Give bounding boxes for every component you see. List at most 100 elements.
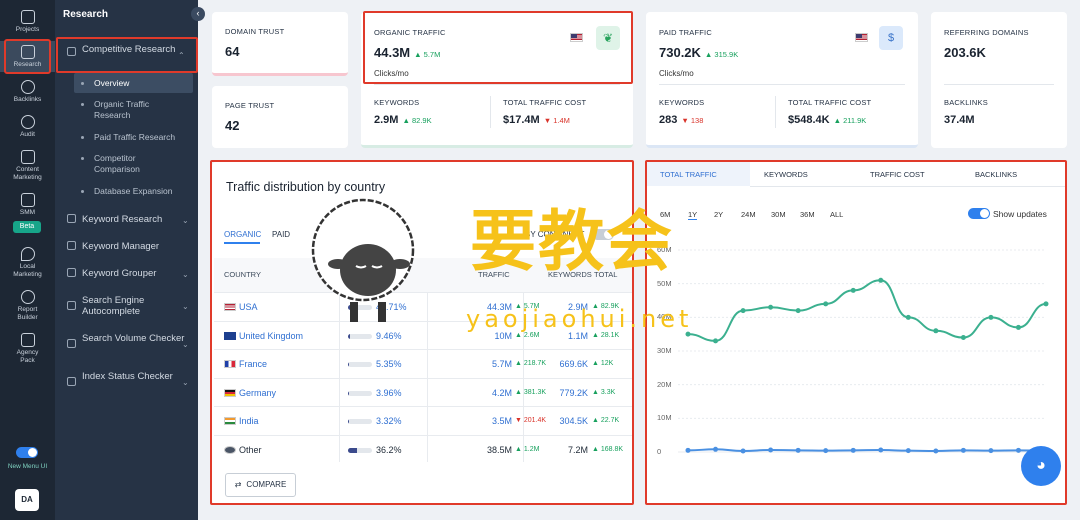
show-updates-label: Show updates <box>993 209 1047 219</box>
table-row[interactable]: Other 36.2% 38.5M ▲ 1.2M 7.2M ▲ 168.8K <box>214 434 632 463</box>
leaf-icon[interactable]: ❦ <box>596 26 620 50</box>
keywords-value[interactable]: 779.2K <box>544 388 588 398</box>
show-updates-toggle[interactable] <box>968 208 990 219</box>
dollar-icon[interactable]: $ <box>879 26 903 50</box>
keywords-value[interactable]: 304.5K <box>544 416 588 426</box>
data-point[interactable] <box>933 328 939 334</box>
data-point[interactable] <box>960 335 966 341</box>
audit-icon <box>20 115 35 129</box>
chat-icon[interactable]: ◕ <box>1021 446 1061 486</box>
uk-flag-icon <box>224 331 236 340</box>
sidebar-item-keyword-research[interactable]: Keyword Research ⌄ <box>67 214 192 225</box>
sidebar-item-autocomplete[interactable]: Search Engine Autocomplete ⌄ <box>67 295 192 317</box>
range-24m[interactable]: 24M <box>741 210 756 219</box>
tab-traffic-cost[interactable]: TRAFFIC COST <box>870 170 925 179</box>
data-point[interactable] <box>1015 324 1021 330</box>
tab-paid[interactable]: PAID <box>272 230 290 239</box>
keywords-value[interactable]: 7.2M <box>544 445 588 455</box>
share-bar <box>348 390 372 396</box>
data-point[interactable] <box>1015 447 1021 453</box>
rail-report-builder[interactable]: Report Builder <box>0 290 55 322</box>
new-menu-toggle[interactable] <box>16 447 38 458</box>
data-point[interactable] <box>905 314 911 320</box>
table-row[interactable]: France 5.35% 5.7M ▲ 218.7K 669.6K ▲ 12K <box>214 349 632 377</box>
data-point[interactable] <box>988 448 994 454</box>
domain-trust-value: 64 <box>225 44 240 59</box>
referring-card: REFERRING DOMAINS 203.6K BACKLINKS 37.4M <box>931 12 1067 148</box>
data-point[interactable] <box>685 447 691 453</box>
home-icon <box>20 10 35 24</box>
data-point[interactable] <box>933 448 939 454</box>
country-name[interactable]: USA <box>239 302 258 312</box>
tab-organic[interactable]: ORGANIC <box>224 230 261 239</box>
sidebar-sub-comparison[interactable]: Competitor Comparison <box>81 153 164 175</box>
traffic-value[interactable]: 3.5M <box>454 416 512 426</box>
in-flag-icon <box>224 417 236 425</box>
data-point[interactable] <box>795 447 801 453</box>
data-point[interactable] <box>768 447 774 453</box>
rail-smm[interactable]: SMM <box>0 193 55 217</box>
compare-button[interactable]: ⇄ COMPARE <box>225 473 296 497</box>
traffic-value[interactable]: 5.7M <box>454 359 512 369</box>
country-name: Other <box>239 444 262 455</box>
range-36m[interactable]: 36M <box>800 210 815 219</box>
chevron-down-icon: ⌄ <box>182 340 189 349</box>
country-name[interactable]: France <box>239 359 267 369</box>
data-point[interactable] <box>988 314 994 320</box>
sidebar-sub-overview[interactable]: Overview <box>80 78 129 89</box>
rail-local-marketing[interactable]: Local Marketing <box>0 247 55 279</box>
avatar[interactable]: DA <box>15 489 39 511</box>
range-2y[interactable]: 2Y <box>714 210 723 219</box>
rail-audit[interactable]: Audit <box>0 115 55 139</box>
sidebar-item-keyword-grouper[interactable]: Keyword Grouper ⌄ <box>67 268 192 279</box>
rail-agency-pack[interactable]: Agency Pack <box>0 333 55 365</box>
data-point[interactable] <box>878 277 884 283</box>
paid-traffic-value: 730.2K ▲ 315.9K <box>659 45 739 60</box>
tab-keywords[interactable]: KEYWORDS <box>764 170 808 179</box>
range-1y[interactable]: 1Y <box>688 210 698 220</box>
data-point[interactable] <box>713 446 719 452</box>
country-name[interactable]: India <box>239 416 259 426</box>
sidebar-item-volume-checker[interactable]: Search Volume Checker ⌄ <box>67 333 192 349</box>
rail-projects[interactable]: Projects <box>0 10 55 34</box>
data-point[interactable] <box>740 448 746 454</box>
sidebar-item-index-checker[interactable]: Index Status Checker ⌄ <box>67 371 192 387</box>
table-row[interactable]: Germany 3.96% 4.2M ▲ 381.3K 779.2K ▲ 3.3K <box>214 377 632 406</box>
data-point[interactable] <box>850 447 856 453</box>
keywords-value[interactable]: 669.6K <box>544 359 588 369</box>
traffic-value[interactable]: 38.5M <box>454 445 512 455</box>
collapse-sidebar-button[interactable]: ‹ <box>191 7 205 21</box>
col-country[interactable]: COUNTRY <box>224 270 261 279</box>
sidebar-sub-expansion[interactable]: Database Expansion <box>80 186 172 197</box>
data-point[interactable] <box>905 448 911 454</box>
range-30m[interactable]: 30M <box>771 210 786 219</box>
data-point[interactable] <box>768 304 774 310</box>
table-row[interactable]: India 3.32% 3.5M ▼ 201.4K 304.5K ▲ 22.7K <box>214 406 632 434</box>
rail-content-marketing[interactable]: Content Marketing <box>0 150 55 182</box>
country-name[interactable]: Germany <box>239 388 276 398</box>
sidebar-sub-paid[interactable]: Paid Traffic Research <box>80 132 175 143</box>
data-point[interactable] <box>795 308 801 314</box>
backlinks-value: 37.4M <box>944 114 975 126</box>
data-point[interactable] <box>713 338 719 344</box>
data-point[interactable] <box>740 308 746 314</box>
tab-total-traffic[interactable]: TOTAL TRAFFIC <box>660 170 717 179</box>
data-point[interactable] <box>823 301 829 307</box>
data-point[interactable] <box>850 287 856 293</box>
page-trust-value: 42 <box>225 118 240 133</box>
sidebar-item-keyword-manager[interactable]: Keyword Manager <box>67 241 192 252</box>
rail-backlinks[interactable]: Backlinks <box>0 80 55 104</box>
share-bar <box>348 447 372 453</box>
sidebar-sub-organic[interactable]: Organic Traffic Research <box>81 99 174 121</box>
traffic-value[interactable]: 4.2M <box>454 388 512 398</box>
data-point[interactable] <box>823 448 829 454</box>
range-all[interactable]: ALL <box>830 210 843 219</box>
country-name[interactable]: United Kingdom <box>239 331 303 341</box>
tab-backlinks[interactable]: BACKLINKS <box>975 170 1017 179</box>
data-point[interactable] <box>1043 301 1049 307</box>
data-point[interactable] <box>878 447 884 453</box>
share-bar-fill <box>348 333 351 339</box>
data-point[interactable] <box>960 447 966 453</box>
us-flag-icon[interactable] <box>570 33 583 42</box>
us-flag-icon[interactable] <box>855 33 868 42</box>
